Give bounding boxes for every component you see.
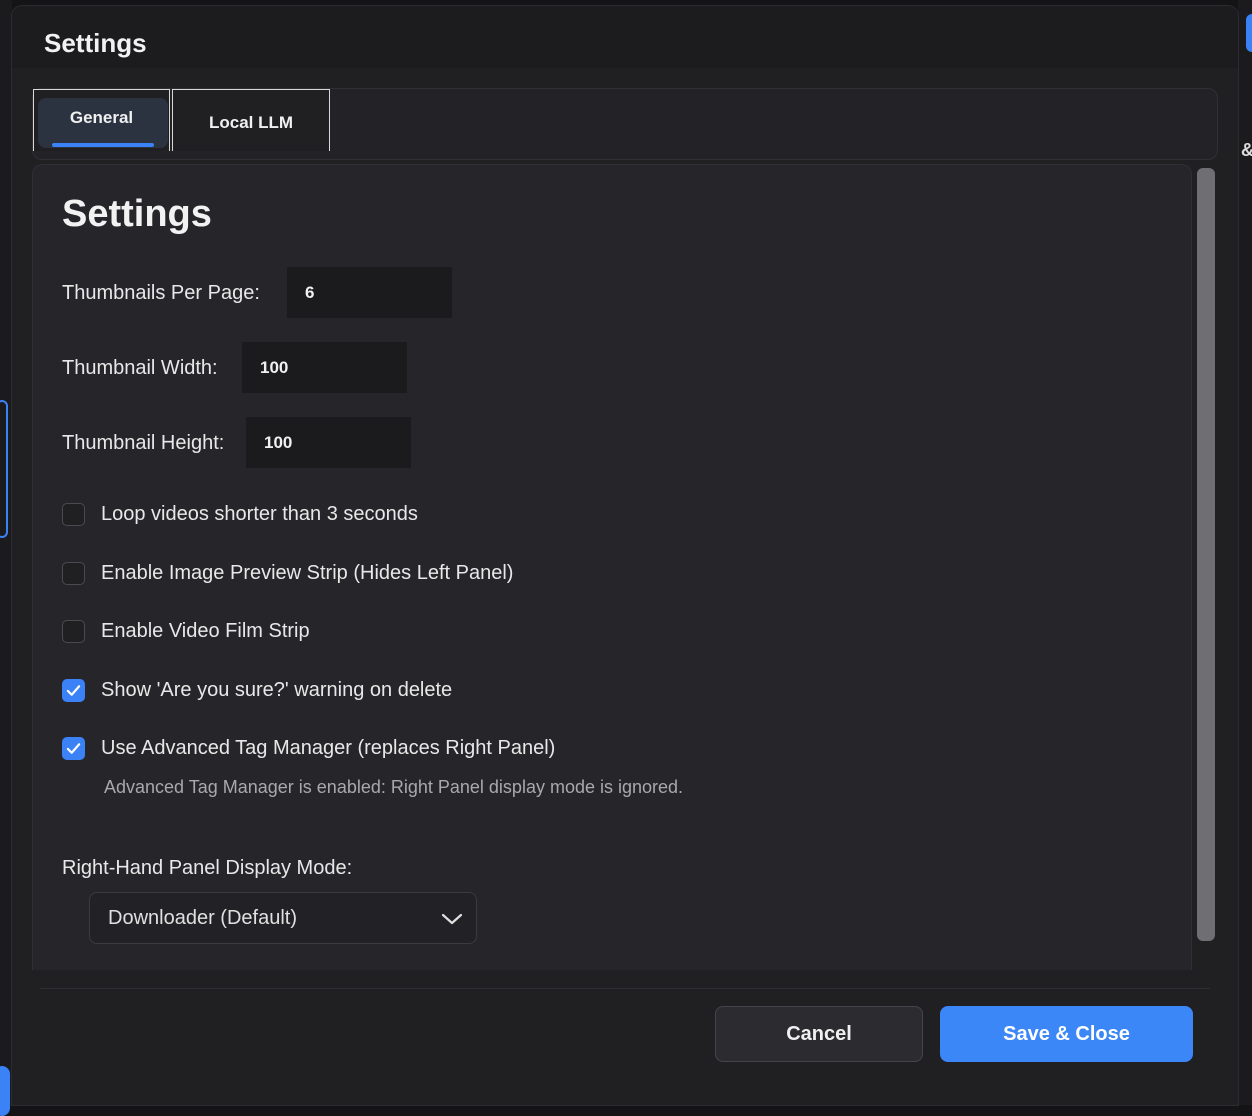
image-preview-strip-checkbox[interactable]: [62, 562, 85, 585]
loop-videos-checkbox[interactable]: [62, 503, 85, 526]
settings-panel: Settings Thumbnails Per Page: Thumbnail …: [32, 164, 1192, 970]
tab-local-llm[interactable]: Local LLM: [172, 89, 330, 151]
thumbnail-height-input[interactable]: [246, 417, 411, 468]
thumbnails-per-page-input[interactable]: [287, 267, 452, 318]
image-preview-strip-option: Enable Image Preview Strip (Hides Left P…: [62, 562, 513, 585]
save-and-close-button[interactable]: Save & Close: [940, 1006, 1193, 1062]
background-button: [1246, 14, 1252, 52]
delete-warning-checkbox[interactable]: [62, 679, 85, 702]
thumbnail-width-label: Thumbnail Width:: [62, 357, 218, 379]
checkbox-label: Loop videos shorter than 3 seconds: [101, 503, 418, 525]
display-mode-value: Downloader (Default): [108, 906, 297, 929]
background-app-left: [0, 0, 12, 1105]
background-text: &: [1241, 140, 1252, 161]
thumbnail-height-label: Thumbnail Height:: [62, 432, 225, 454]
video-film-strip-checkbox[interactable]: [62, 620, 85, 643]
tab-general[interactable]: General: [33, 89, 170, 151]
advanced-tag-manager-checkbox[interactable]: [62, 737, 85, 760]
footer-divider: [40, 988, 1210, 989]
video-film-strip-option: Enable Video Film Strip: [62, 620, 310, 643]
background-button: [0, 1066, 10, 1116]
background-app-right: [1238, 0, 1252, 1105]
scrollbar[interactable]: [1195, 166, 1215, 946]
tab-bar: General Local LLM: [32, 88, 1218, 160]
checkbox-label: Show 'Are you sure?' warning on delete: [101, 679, 453, 701]
chevron-down-icon: [441, 913, 463, 925]
cancel-button[interactable]: Cancel: [715, 1006, 923, 1062]
dialog-title: Settings: [44, 28, 147, 58]
display-mode-select[interactable]: Downloader (Default): [89, 892, 477, 944]
advanced-tag-manager-option: Use Advanced Tag Manager (replaces Right…: [62, 737, 555, 760]
checkmark-icon: [66, 743, 81, 754]
checkbox-label: Enable Video Film Strip: [101, 620, 310, 642]
section-title: Settings: [62, 193, 212, 235]
dialog-header: Settings: [12, 6, 1238, 68]
background-focused-element: [0, 400, 8, 538]
tab-label: General: [69, 107, 134, 127]
thumbnail-width-input[interactable]: [242, 342, 407, 393]
delete-warning-option: Show 'Are you sure?' warning on delete: [62, 679, 452, 702]
checkbox-label: Use Advanced Tag Manager (replaces Right…: [101, 737, 556, 759]
checkbox-label: Enable Image Preview Strip (Hides Left P…: [101, 562, 514, 584]
scrollbar-thumb[interactable]: [1197, 168, 1215, 941]
tab-active-indicator: [52, 143, 154, 147]
loop-videos-option: Loop videos shorter than 3 seconds: [62, 503, 418, 526]
checkmark-icon: [66, 685, 81, 696]
settings-dialog: Settings General Local LLM Settings Thum…: [12, 6, 1238, 1105]
display-mode-label: Right-Hand Panel Display Mode:: [62, 857, 353, 879]
thumbnails-per-page-label: Thumbnails Per Page:: [62, 282, 260, 304]
advanced-tag-manager-hint: Advanced Tag Manager is enabled: Right P…: [104, 777, 684, 797]
tab-label: Local LLM: [208, 112, 294, 132]
